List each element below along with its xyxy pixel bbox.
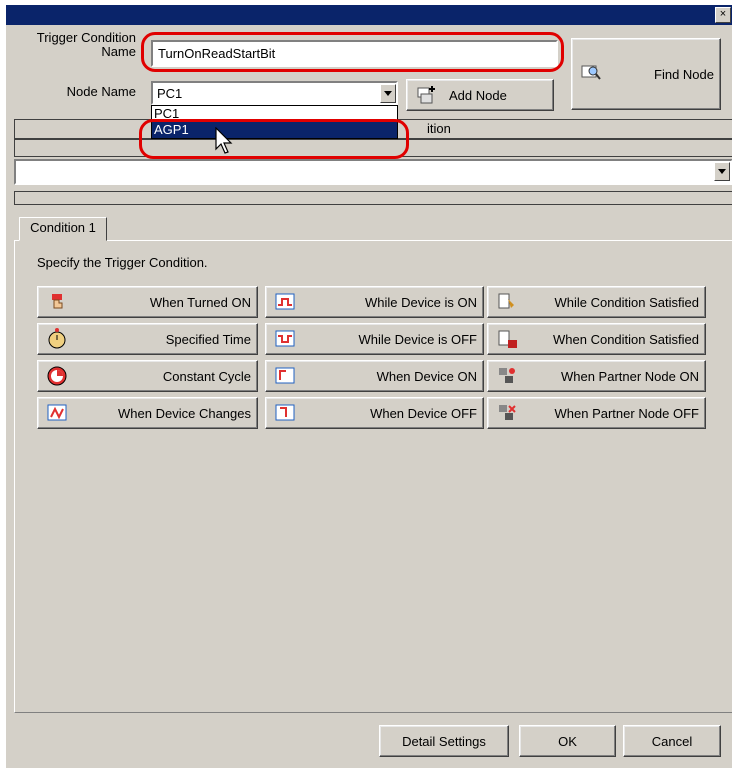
instruction-text: Specify the Trigger Condition. <box>37 255 208 270</box>
cancel-button[interactable]: Cancel <box>623 725 721 757</box>
cancel-label: Cancel <box>651 733 693 749</box>
find-node-button[interactable]: Find Node <box>571 38 721 110</box>
trigger-condition-name-input[interactable]: TurnOnReadStartBit <box>151 40 558 67</box>
node-dropdown-arrow-icon[interactable] <box>380 84 396 103</box>
device-on-icon <box>275 293 295 310</box>
device-off-icon <box>275 330 295 347</box>
detail-settings-label: Detail Settings <box>402 733 486 749</box>
condition-button-label: Constant Cycle <box>162 368 251 384</box>
condition-icon <box>498 293 514 309</box>
node-option-pc1[interactable]: PC1 <box>152 106 397 122</box>
node-option-agp1[interactable]: AGP1 <box>152 122 397 138</box>
condition-button-label: While Device is ON <box>365 294 477 310</box>
condition-button[interactable]: Specified Time <box>37 323 258 355</box>
node-name-dropdown[interactable]: PC1 <box>151 81 398 105</box>
condition-button[interactable]: When Partner Node OFF <box>487 397 706 429</box>
condition-button-label: While Device is OFF <box>358 331 477 347</box>
condition-ok-icon <box>498 330 517 348</box>
condition-button[interactable]: While Device is OFF <box>265 323 484 355</box>
condition-button-label: While Condition Satisfied <box>554 294 699 310</box>
condition-button-label: When Partner Node OFF <box>554 405 700 421</box>
add-node-icon <box>417 86 435 104</box>
hand-press-icon <box>52 294 63 309</box>
dialog-window: × Trigger Condition Name TurnOnReadStart… <box>5 5 732 768</box>
condition-button-label: When Partner Node ON <box>560 368 699 384</box>
condition-button-label: Specified Time <box>165 331 251 347</box>
condition-button[interactable]: While Condition Satisfied <box>487 286 706 318</box>
alarm-clock-icon <box>48 328 66 349</box>
column-header-partial: ition <box>427 121 451 136</box>
condition-button[interactable]: Constant Cycle <box>37 360 258 392</box>
condition-button[interactable]: When Device Changes <box>37 397 258 429</box>
add-node-label: Add Node <box>449 87 507 103</box>
device-change-icon <box>47 404 67 421</box>
condition-button[interactable]: When Device OFF <box>265 397 484 429</box>
condition-button-label: When Device Changes <box>118 405 251 421</box>
node-name-label: Node Name <box>66 84 136 99</box>
condition-button[interactable]: When Partner Node ON <box>487 360 706 392</box>
condition-select[interactable] <box>14 159 732 185</box>
condition-button[interactable]: When Turned ON <box>37 286 258 318</box>
partner-on-icon <box>499 368 515 383</box>
device-fall-icon <box>275 404 295 421</box>
condition-button-label: When Turned ON <box>149 294 251 310</box>
node-dropdown-list: PC1 AGP1 <box>151 105 398 139</box>
trigger-condition-label: Trigger Condition Name <box>36 30 136 59</box>
mouse-cursor-icon <box>215 127 233 154</box>
tab-condition-1[interactable]: Condition 1 <box>19 217 107 241</box>
partner-off-icon <box>499 405 516 420</box>
title-bar: × <box>6 5 732 25</box>
find-node-label: Find Node <box>654 66 714 82</box>
condition-button[interactable]: When Condition Satisfied <box>487 323 706 355</box>
condition-button[interactable]: While Device is ON <box>265 286 484 318</box>
condition-dropdown-arrow-icon[interactable] <box>714 162 730 181</box>
device-rise-icon <box>275 367 295 384</box>
condition-button-label: When Condition Satisfied <box>553 331 699 347</box>
ok-label: OK <box>558 733 577 749</box>
detail-settings-button[interactable]: Detail Settings <box>379 725 509 757</box>
list-header-row-2 <box>14 139 732 157</box>
find-node-icon <box>581 65 601 80</box>
close-icon[interactable]: × <box>715 7 731 23</box>
condition-button-label: When Device OFF <box>370 405 477 421</box>
condition-button[interactable]: When Device ON <box>265 360 484 392</box>
cycle-clock-icon <box>47 366 67 386</box>
ok-button[interactable]: OK <box>519 725 616 757</box>
condition-button-label: When Device ON <box>376 368 477 384</box>
add-node-button[interactable]: Add Node <box>406 79 554 111</box>
separator-bar <box>14 191 732 205</box>
